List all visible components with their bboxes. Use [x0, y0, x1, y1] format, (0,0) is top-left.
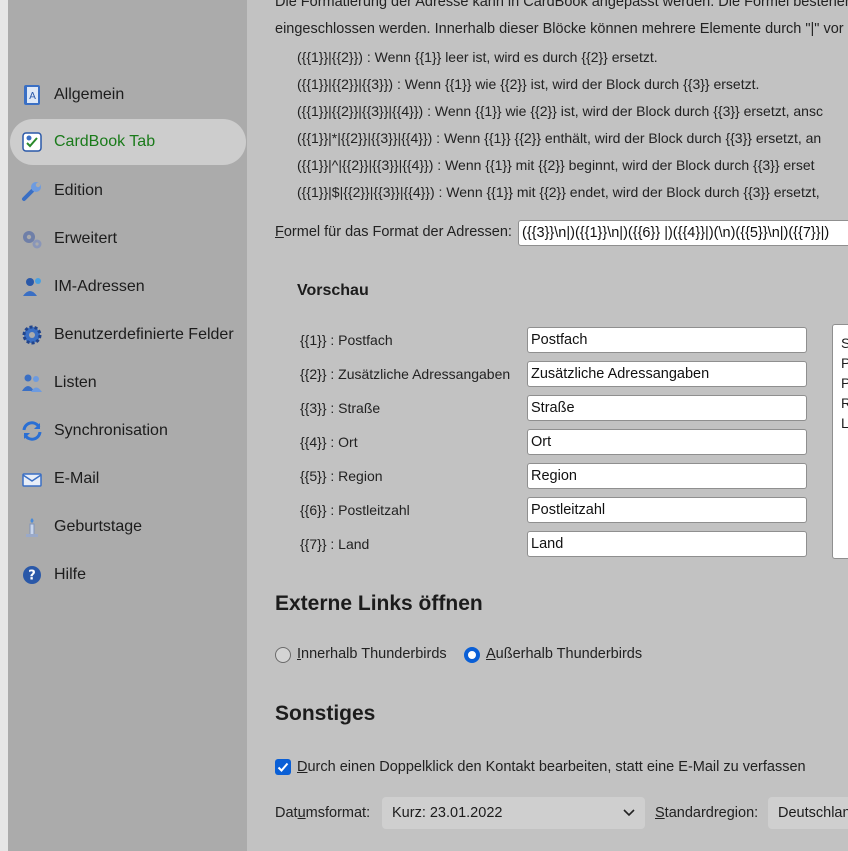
preview-result-line: R	[841, 393, 848, 413]
format-rule: ({{1}}|{{2}}) : Wenn {{1}} leer ist, wir…	[297, 49, 658, 65]
default-region-label: Standardregion:	[655, 805, 759, 821]
im-person-icon	[23, 278, 41, 296]
chevron-down-icon	[623, 809, 635, 817]
sidebar-item-label: IM-Adressen	[54, 278, 145, 295]
format-rule: ({{1}}|{{2}}|{{3}}|{{4}}) : Wenn {{1}} w…	[297, 103, 823, 119]
sidebar-item-listen[interactable]: Listen	[10, 360, 246, 406]
sidebar-item-label: Benutzerdefinierte Felder	[54, 326, 234, 343]
settings-sidebar: A Allgemein CardBook Tab Edition Erweite…	[8, 0, 247, 851]
custom-fields-gear-icon	[22, 325, 42, 345]
people-list-icon	[22, 374, 42, 392]
sidebar-item-label: Synchronisation	[54, 422, 168, 439]
format-rule: ({{1}}|{{2}}|{{3}}) : Wenn {{1}} wie {{2…	[297, 76, 760, 92]
sidebar-item-label: CardBook Tab	[54, 133, 156, 150]
cardbook-tab-icon	[22, 132, 42, 152]
sidebar-item-label: Edition	[54, 182, 103, 199]
preview-field-strasse[interactable]: Straße	[527, 395, 807, 421]
preview-field-label: {{3}} : Straße	[300, 400, 381, 416]
preview-field-label: {{4}} : Ort	[300, 434, 358, 450]
preview-result-box: S P P R L	[832, 324, 848, 559]
misc-heading: Sonstiges	[275, 702, 376, 725]
preview-field-label: {{7}} : Land	[300, 536, 370, 552]
radio-outside-thunderbird[interactable]	[464, 647, 480, 663]
format-intro-line1: Die Formatierung der Adresse kann in Car…	[275, 0, 848, 10]
sidebar-item-synchronisation[interactable]: Synchronisation	[10, 408, 246, 454]
preview-field-label: {{2}} : Zusätzliche Adressangaben	[300, 366, 511, 382]
sidebar-item-im-adressen[interactable]: IM-Adressen	[10, 264, 246, 310]
format-intro-line2: eingeschlossen werden. Innerhalb dieser …	[275, 21, 844, 37]
format-rule: ({{1}}|$|{{2}}|{{3}}|{{4}}) : Wenn {{1}}…	[297, 184, 820, 200]
preview-field-label: {{5}} : Region	[300, 468, 383, 484]
radio-inside-thunderbird[interactable]	[275, 647, 291, 663]
svg-text:A: A	[29, 91, 36, 102]
window-edge	[0, 0, 8, 851]
date-format-label: Datumsformat:	[275, 805, 371, 821]
sidebar-item-label: E-Mail	[54, 470, 100, 487]
sidebar-item-cardbook-tab[interactable]: CardBook Tab	[10, 119, 246, 165]
gears-icon	[23, 231, 42, 249]
settings-content: Die Formatierung der Adresse kann in Car…	[247, 0, 848, 851]
sidebar-item-label: Hilfe	[54, 566, 87, 583]
general-book-icon: A	[24, 85, 40, 105]
preview-result-line: L	[841, 413, 848, 433]
radio-inside-label[interactable]: Innerhalb Thunderbirds	[297, 646, 447, 662]
doubleclick-checkbox[interactable]	[275, 759, 291, 775]
preview-field-postfach[interactable]: Postfach	[527, 327, 807, 353]
sidebar-item-label: Listen	[54, 374, 97, 391]
checkmark-icon	[277, 762, 289, 772]
sidebar-item-hilfe[interactable]: ? Hilfe	[10, 552, 246, 598]
default-region-value: Deutschlan	[778, 805, 848, 821]
sidebar-item-label: Erweitert	[54, 230, 118, 247]
format-rule: ({{1}}|*|{{2}}|{{3}}|{{4}}) : Wenn {{1}}…	[297, 130, 822, 146]
sidebar-item-edition[interactable]: Edition	[10, 168, 246, 214]
preview-field-ort[interactable]: Ort	[527, 429, 807, 455]
preview-field-region[interactable]: Region	[527, 463, 807, 489]
preview-title: Vorschau	[297, 282, 369, 299]
sidebar-item-label: Allgemein	[54, 86, 125, 103]
help-question-icon: ?	[23, 566, 41, 584]
date-format-select[interactable]: Kurz: 23.01.2022	[382, 797, 645, 829]
svg-text:?: ?	[28, 569, 36, 584]
external-links-heading: Externe Links öffnen	[275, 592, 483, 615]
default-region-select[interactable]: Deutschlan	[768, 797, 848, 829]
doubleclick-label[interactable]: Durch einen Doppelklick den Kontakt bear…	[297, 759, 806, 775]
sidebar-item-allgemein[interactable]: A Allgemein	[10, 72, 246, 118]
format-rule: ({{1}}|^|{{2}}|{{3}}|{{4}}) : Wenn {{1}}…	[297, 157, 815, 173]
formula-label: Formel für das Format der Adressen:	[275, 224, 512, 240]
mail-envelope-icon	[22, 473, 42, 487]
sync-arrows-icon	[22, 421, 42, 441]
sidebar-item-label: Geburtstage	[54, 518, 143, 535]
preview-field-postleitzahl[interactable]: Postleitzahl	[527, 497, 807, 523]
preview-field-label: {{1}} : Postfach	[300, 332, 393, 348]
sidebar-item-benutzerdefinierte-felder[interactable]: Benutzerdefinierte Felder	[10, 312, 246, 358]
formula-input[interactable]: ({{3}}\n|)({{1}}\n|)({{6}} |)({{4}}|)(\n…	[518, 220, 848, 246]
preview-field-land[interactable]: Land	[527, 531, 807, 557]
preview-result-line: P	[841, 353, 848, 373]
preview-result-line: P	[841, 373, 848, 393]
date-format-value: Kurz: 23.01.2022	[392, 805, 503, 821]
wrench-icon	[22, 182, 41, 201]
preview-result-line: S	[841, 333, 848, 353]
sidebar-item-erweitert[interactable]: Erweitert	[10, 216, 246, 262]
sidebar-item-geburtstage[interactable]: Geburtstage	[10, 504, 246, 550]
preview-field-zusaetzliche-adressangaben[interactable]: Zusätzliche Adressangaben	[527, 361, 807, 387]
preview-field-label: {{6}} : Postleitzahl	[300, 502, 410, 518]
sidebar-item-e-mail[interactable]: E-Mail	[10, 456, 246, 502]
birthday-candle-icon	[26, 518, 38, 537]
radio-outside-label[interactable]: Außerhalb Thunderbirds	[486, 646, 642, 662]
